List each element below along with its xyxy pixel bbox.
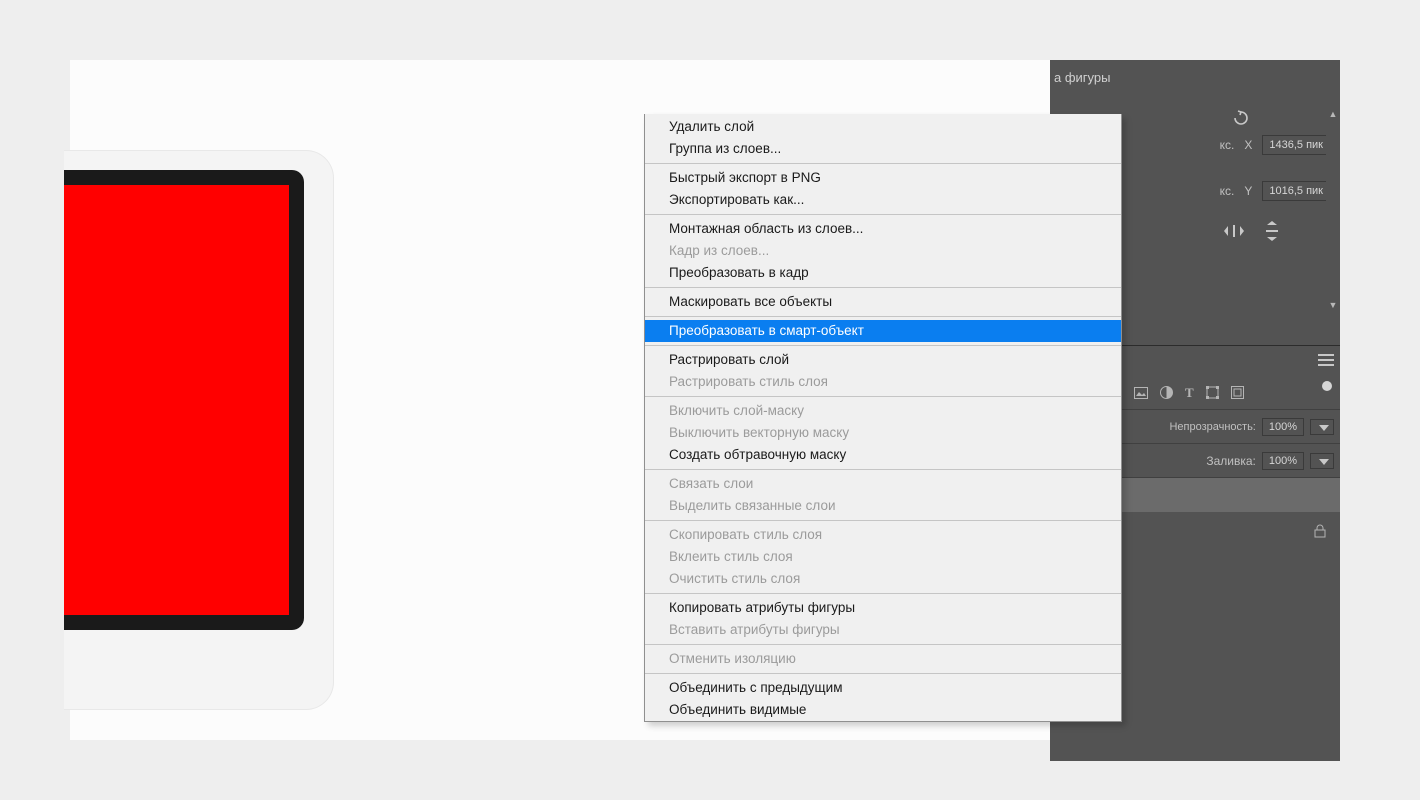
menu-item[interactable]: Монтажная область из слоев... bbox=[645, 218, 1121, 240]
px-suffix: кс. bbox=[1220, 138, 1235, 152]
px-suffix: кс. bbox=[1220, 184, 1235, 198]
menu-item[interactable]: Удалить слой bbox=[645, 116, 1121, 138]
menu-separator bbox=[645, 469, 1121, 470]
fill-value[interactable]: 100% bbox=[1262, 452, 1304, 470]
menu-separator bbox=[645, 163, 1121, 164]
menu-item[interactable]: Преобразовать в кадр bbox=[645, 262, 1121, 284]
menu-item[interactable]: Преобразовать в смарт-объект bbox=[645, 320, 1121, 342]
menu-item: Отменить изоляцию bbox=[645, 648, 1121, 670]
opacity-chevron[interactable] bbox=[1310, 419, 1334, 435]
menu-separator bbox=[645, 644, 1121, 645]
filter-icons: T bbox=[1134, 385, 1244, 401]
filter-type-icon[interactable]: T bbox=[1185, 385, 1194, 401]
menu-separator bbox=[645, 345, 1121, 346]
menu-item: Кадр из слоев... bbox=[645, 240, 1121, 262]
menu-item[interactable]: Группа из слоев... bbox=[645, 138, 1121, 160]
menu-separator bbox=[645, 396, 1121, 397]
menu-item: Очистить стиль слоя bbox=[645, 568, 1121, 590]
properties-title: а фигуры bbox=[1050, 60, 1340, 95]
layer-context-menu: Удалить слойГруппа из слоев... Быстрый эк… bbox=[644, 114, 1122, 722]
filter-adjustment-icon[interactable] bbox=[1160, 386, 1173, 399]
filter-shape-icon[interactable] bbox=[1206, 386, 1219, 399]
opacity-label: Непрозрачность: bbox=[1169, 421, 1255, 433]
filter-image-icon[interactable] bbox=[1134, 387, 1148, 399]
reset-icon[interactable] bbox=[1232, 110, 1250, 126]
menu-item: Вклеить стиль слоя bbox=[645, 546, 1121, 568]
menu-item: Скопировать стиль слоя bbox=[645, 524, 1121, 546]
app-window: а фигуры кс. X 1436,5 пик кс. Y 1016,5 п… bbox=[70, 60, 1340, 740]
layer-lock-icon[interactable] bbox=[1314, 524, 1326, 538]
x-label: X bbox=[1242, 138, 1254, 152]
opacity-value[interactable]: 100% bbox=[1262, 418, 1304, 436]
menu-item: Выделить связанные слои bbox=[645, 495, 1121, 517]
x-input[interactable]: 1436,5 пик bbox=[1262, 135, 1330, 155]
menu-item[interactable]: Создать обтравочную маску bbox=[645, 444, 1121, 466]
flip-horizontal-icon[interactable] bbox=[1224, 223, 1244, 239]
menu-item[interactable]: Экспортировать как... bbox=[645, 189, 1121, 211]
scroll-down-icon[interactable]: ▼ bbox=[1329, 301, 1338, 310]
menu-item[interactable]: Маскировать все объекты bbox=[645, 291, 1121, 313]
y-input[interactable]: 1016,5 пик bbox=[1262, 181, 1330, 201]
menu-item: Растрировать стиль слоя bbox=[645, 371, 1121, 393]
panel-menu-icon[interactable] bbox=[1318, 354, 1334, 366]
y-label: Y bbox=[1242, 184, 1254, 198]
flip-vertical-icon[interactable] bbox=[1264, 221, 1280, 241]
menu-item: Включить слой-маску bbox=[645, 400, 1121, 422]
menu-item: Выключить векторную маску bbox=[645, 422, 1121, 444]
menu-item: Вставить атрибуты фигуры bbox=[645, 619, 1121, 641]
menu-item: Связать слои bbox=[645, 473, 1121, 495]
menu-separator bbox=[645, 287, 1121, 288]
menu-separator bbox=[645, 520, 1121, 521]
menu-item[interactable]: Быстрый экспорт в PNG bbox=[645, 167, 1121, 189]
menu-separator bbox=[645, 214, 1121, 215]
filter-toggle[interactable] bbox=[1322, 381, 1332, 391]
menu-item[interactable]: Копировать атрибуты фигуры bbox=[645, 597, 1121, 619]
menu-item[interactable]: Растрировать слой bbox=[645, 349, 1121, 371]
monitor-mockup bbox=[64, 150, 334, 710]
menu-separator bbox=[645, 673, 1121, 674]
menu-item[interactable]: Объединить с предыдущим bbox=[645, 677, 1121, 699]
properties-scrollbar[interactable]: ▲ ▼ bbox=[1326, 110, 1340, 310]
menu-item[interactable]: Объединить видимые bbox=[645, 699, 1121, 721]
menu-separator bbox=[645, 593, 1121, 594]
fill-label: Заливка: bbox=[1206, 454, 1256, 468]
menu-separator bbox=[645, 316, 1121, 317]
filter-smart-icon[interactable] bbox=[1231, 386, 1244, 399]
shape-rectangle[interactable] bbox=[64, 185, 289, 615]
scroll-up-icon[interactable]: ▲ bbox=[1329, 110, 1338, 119]
fill-chevron[interactable] bbox=[1310, 453, 1334, 469]
